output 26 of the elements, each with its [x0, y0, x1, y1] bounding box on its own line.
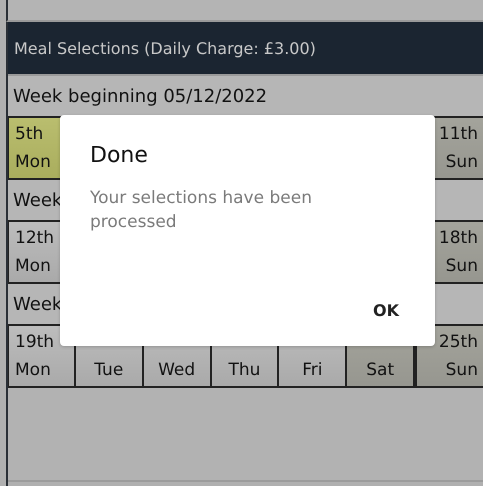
- weekday-label: Sun: [446, 151, 478, 174]
- dialog-message: Your selections have been processed: [90, 187, 313, 234]
- weekday-label: Mon: [15, 359, 51, 382]
- weekday-label: Thu: [228, 359, 260, 382]
- weekday-label: Tue: [94, 359, 124, 382]
- weekday-label: Mon: [15, 151, 51, 174]
- weekday-label: Sat: [366, 359, 394, 382]
- weekday-label: Mon: [15, 255, 51, 278]
- weekday-label: Sun: [446, 359, 478, 382]
- week-heading: Week: [13, 190, 62, 210]
- weekday-label: Wed: [158, 359, 196, 382]
- week-heading: Week: [13, 294, 62, 314]
- date-label: 5th: [15, 123, 44, 146]
- day-cell[interactable]: 19th Mon: [8, 326, 76, 386]
- week-heading: Week beginning 05/12/2022: [13, 86, 268, 106]
- day-cell[interactable]: 25th Sun: [415, 326, 483, 386]
- date-label: 19th: [15, 331, 54, 354]
- date-label: 18th: [438, 227, 478, 250]
- date-label: 25th: [438, 331, 478, 354]
- weekday-label: Sun: [446, 255, 478, 278]
- date-label: 11th: [438, 123, 478, 146]
- date-label: 12th: [15, 227, 54, 250]
- weekday-label: Fri: [302, 359, 322, 382]
- header-title: Meal Selections (Daily Charge: £3.00): [14, 38, 316, 58]
- ok-button[interactable]: OK: [363, 295, 409, 326]
- dialog-title: Done: [90, 143, 149, 168]
